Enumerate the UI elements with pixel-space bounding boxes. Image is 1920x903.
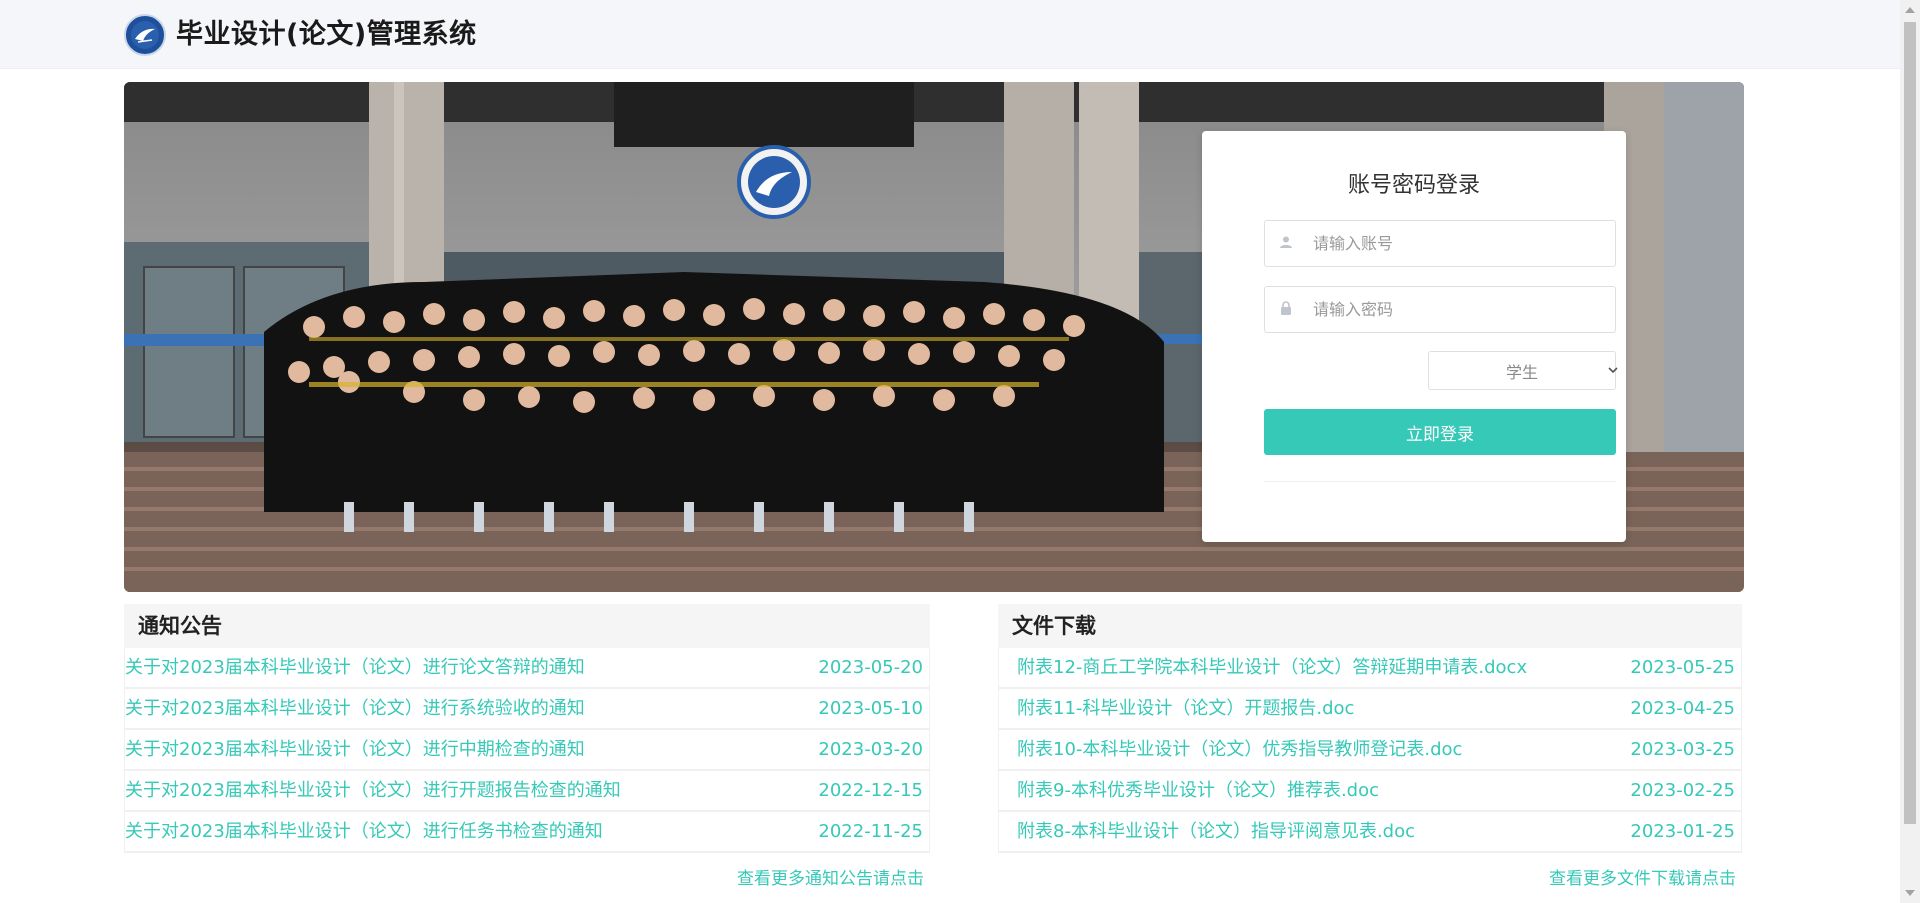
- list-item[interactable]: 关于对2023届本科毕业设计（论文）进行论文答辩的通知 2023-05-20: [125, 648, 929, 689]
- list-item[interactable]: 附表9-本科优秀毕业设计（论文）推荐表.doc 2023-02-25: [999, 771, 1741, 812]
- site-title: 毕业设计(论文)管理系统: [176, 19, 477, 50]
- download-title[interactable]: 附表10-本科毕业设计（论文）优秀指导教师登记表.doc: [1017, 730, 1462, 770]
- login-button[interactable]: 立即登录: [1264, 409, 1616, 455]
- username-field[interactable]: [1264, 220, 1616, 267]
- download-title[interactable]: 附表12-商丘工学院本科毕业设计（论文）答辩延期申请表.docx: [1017, 648, 1527, 688]
- list-item[interactable]: 附表10-本科毕业设计（论文）优秀指导教师登记表.doc 2023-03-25: [999, 730, 1741, 771]
- list-item[interactable]: 关于对2023届本科毕业设计（论文）进行中期检查的通知 2023-03-20: [125, 730, 929, 771]
- list-item[interactable]: 关于对2023届本科毕业设计（论文）进行任务书检查的通知 2022-11-25: [125, 812, 929, 853]
- university-logo-icon: [124, 14, 166, 56]
- notices-list: 关于对2023届本科毕业设计（论文）进行论文答辩的通知 2023-05-20 关…: [124, 648, 930, 853]
- downloads-list: 附表12-商丘工学院本科毕业设计（论文）答辩延期申请表.docx 2023-05…: [998, 648, 1742, 853]
- login-card: 账号密码登录 学生 立即登录: [1202, 131, 1626, 542]
- user-icon: [1279, 235, 1297, 253]
- notice-title[interactable]: 关于对2023届本科毕业设计（论文）进行论文答辩的通知: [125, 648, 585, 688]
- scrollbar[interactable]: [1900, 0, 1920, 903]
- top-header: 毕业设计(论文)管理系统: [0, 0, 1900, 69]
- notice-title[interactable]: 关于对2023届本科毕业设计（论文）进行中期检查的通知: [125, 730, 585, 770]
- password-field[interactable]: [1264, 286, 1616, 333]
- list-item[interactable]: 关于对2023届本科毕业设计（论文）进行系统验收的通知 2023-05-10: [125, 689, 929, 730]
- download-title[interactable]: 附表9-本科优秀毕业设计（论文）推荐表.doc: [1017, 771, 1379, 811]
- scrollbar-thumb[interactable]: [1904, 22, 1916, 824]
- notice-date: 2023-05-20: [818, 657, 923, 678]
- downloads-heading: 文件下载: [998, 604, 1742, 648]
- notice-date: 2022-11-25: [818, 821, 923, 842]
- scroll-up-arrow-icon[interactable]: [1905, 7, 1915, 13]
- download-title[interactable]: 附表11-科毕业设计（论文）开题报告.doc: [1017, 689, 1354, 729]
- scroll-down-arrow-icon[interactable]: [1905, 890, 1915, 896]
- download-date: 2023-03-25: [1630, 739, 1735, 760]
- download-date: 2023-01-25: [1630, 821, 1735, 842]
- notice-title[interactable]: 关于对2023届本科毕业设计（论文）进行任务书检查的通知: [125, 812, 603, 852]
- downloads-panel: 文件下载 附表12-商丘工学院本科毕业设计（论文）答辩延期申请表.docx 20…: [998, 604, 1742, 889]
- login-title: 账号密码登录: [1347, 173, 1480, 198]
- list-item[interactable]: 附表11-科毕业设计（论文）开题报告.doc 2023-04-25: [999, 689, 1741, 730]
- role-select-value: 学生: [1505, 362, 1538, 382]
- notices-more-link[interactable]: 查看更多通知公告请点击: [737, 864, 924, 889]
- username-input[interactable]: [1313, 221, 1603, 266]
- list-item[interactable]: 关于对2023届本科毕业设计（论文）进行开题报告检查的通知 2022-12-15: [125, 771, 929, 812]
- list-item[interactable]: 附表12-商丘工学院本科毕业设计（论文）答辩延期申请表.docx 2023-05…: [999, 648, 1741, 689]
- page: 毕业设计(论文)管理系统 账号密码登录 请输入账号 学生 立即登录 通知公告 关…: [0, 0, 1920, 903]
- notices-heading: 通知公告: [124, 604, 930, 648]
- notice-title[interactable]: 关于对2023届本科毕业设计（论文）进行开题报告检查的通知: [125, 771, 621, 811]
- notice-date: 2023-03-20: [818, 739, 923, 760]
- password-input[interactable]: [1313, 287, 1603, 332]
- role-select[interactable]: 学生: [1428, 351, 1618, 390]
- card-divider: [1264, 481, 1616, 482]
- downloads-more-link[interactable]: 查看更多文件下载请点击: [1549, 864, 1736, 889]
- lock-icon: [1279, 301, 1297, 319]
- notices-panel: 通知公告 关于对2023届本科毕业设计（论文）进行论文答辩的通知 2023-05…: [124, 604, 930, 889]
- download-title[interactable]: 附表8-本科毕业设计（论文）指导评阅意见表.doc: [1017, 812, 1415, 852]
- notice-date: 2023-05-10: [818, 698, 923, 719]
- notice-title[interactable]: 关于对2023届本科毕业设计（论文）进行系统验收的通知: [125, 689, 585, 729]
- download-date: 2023-02-25: [1630, 780, 1735, 801]
- download-date: 2023-04-25: [1630, 698, 1735, 719]
- list-item[interactable]: 附表8-本科毕业设计（论文）指导评阅意见表.doc 2023-01-25: [999, 812, 1741, 853]
- download-date: 2023-05-25: [1630, 657, 1735, 678]
- hero-banner-photo: 账号密码登录 学生 立即登录: [124, 82, 1744, 592]
- notice-date: 2022-12-15: [818, 780, 923, 801]
